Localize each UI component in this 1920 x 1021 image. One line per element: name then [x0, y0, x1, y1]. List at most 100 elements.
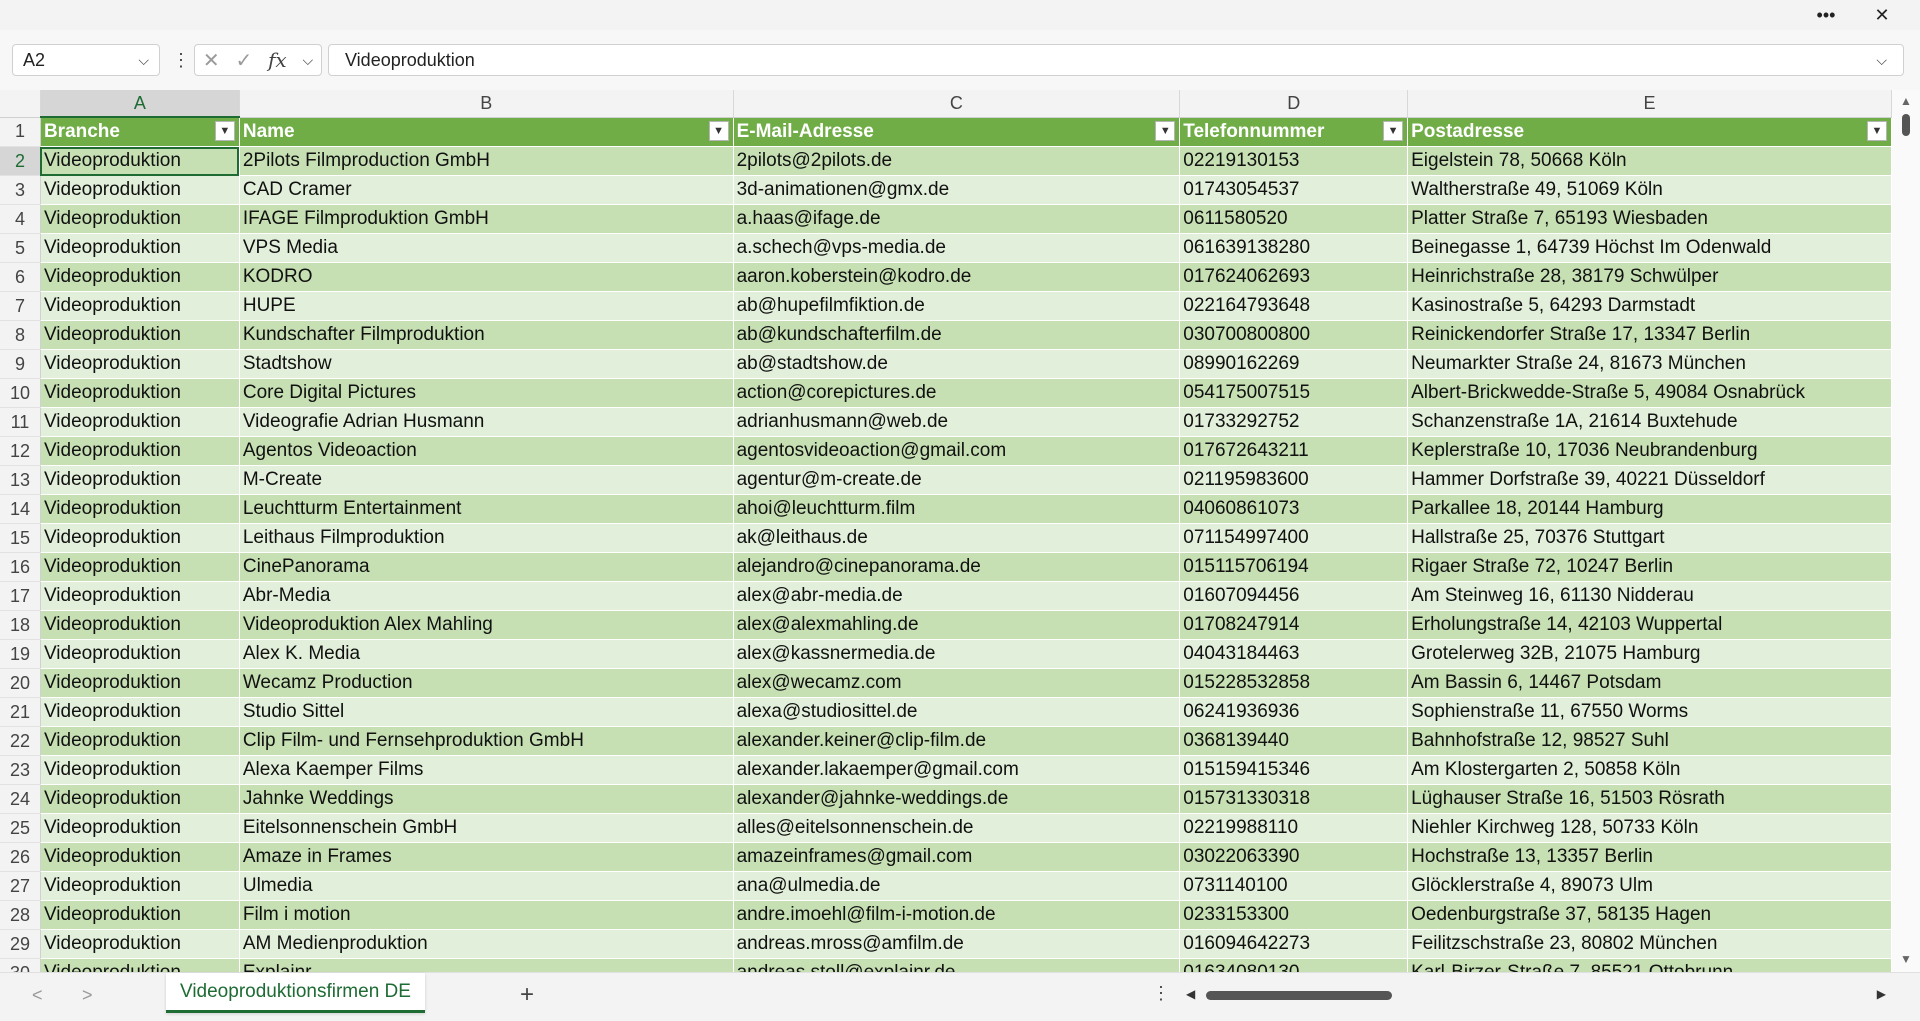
- cell-name[interactable]: Agentos Videoaction: [239, 436, 734, 466]
- cell-branche[interactable]: Videoproduktion: [40, 291, 240, 321]
- cell-address[interactable]: Schanzenstraße 1A, 21614 Buxtehude: [1407, 407, 1892, 437]
- column-header-a[interactable]: A: [40, 90, 240, 118]
- cell-name[interactable]: KODRO: [239, 262, 734, 292]
- cancel-icon[interactable]: ✕: [203, 48, 220, 73]
- header-cell-email[interactable]: E-Mail-Adresse ▼: [733, 117, 1181, 147]
- cell-address[interactable]: Karl-Birzer-Straße 7, 85521 Ottobrunn: [1407, 958, 1892, 972]
- cell-email[interactable]: ab@stadtshow.de: [733, 349, 1181, 379]
- cell-address[interactable]: Am Steinweg 16, 61130 Nidderau: [1407, 581, 1892, 611]
- row-header[interactable]: 24: [0, 784, 41, 814]
- cell-name[interactable]: Core Digital Pictures: [239, 378, 734, 408]
- cell-branche[interactable]: Videoproduktion: [40, 233, 240, 263]
- row-header[interactable]: 2: [0, 146, 41, 176]
- cell-branche[interactable]: Videoproduktion: [40, 726, 240, 756]
- cell-branche[interactable]: Videoproduktion: [40, 900, 240, 930]
- column-header-d[interactable]: D: [1179, 90, 1409, 118]
- cell-phone[interactable]: 01743054537: [1179, 175, 1409, 205]
- cell-email[interactable]: ahoi@leuchtturm.film: [733, 494, 1181, 524]
- cell-phone[interactable]: 017672643211: [1179, 436, 1409, 466]
- cell-email[interactable]: alles@eitelsonnenschein.de: [733, 813, 1181, 843]
- row-header[interactable]: 16: [0, 552, 41, 582]
- cell-name[interactable]: CinePanorama: [239, 552, 734, 582]
- cell-branche[interactable]: Videoproduktion: [40, 175, 240, 205]
- cell-address[interactable]: Albert-Brickwedde-Straße 5, 49084 Osnabr…: [1407, 378, 1892, 408]
- cell-phone[interactable]: 0233153300: [1179, 900, 1409, 930]
- filter-dropdown-icon[interactable]: ▼: [708, 120, 729, 141]
- check-icon[interactable]: ✓: [235, 48, 252, 73]
- cell-phone[interactable]: 08990162269: [1179, 349, 1409, 379]
- cell-branche[interactable]: Videoproduktion: [40, 697, 240, 727]
- cell-address[interactable]: Rigaer Straße 72, 10247 Berlin: [1407, 552, 1892, 582]
- cell-phone[interactable]: 054175007515: [1179, 378, 1409, 408]
- filter-dropdown-icon[interactable]: ▼: [1383, 120, 1404, 141]
- cell-address[interactable]: Reinickendorfer Straße 17, 13347 Berlin: [1407, 320, 1892, 350]
- row-header[interactable]: 25: [0, 813, 41, 843]
- cell-phone[interactable]: 017624062693: [1179, 262, 1409, 292]
- row-header[interactable]: 26: [0, 842, 41, 872]
- cell-phone[interactable]: 0731140100: [1179, 871, 1409, 901]
- cell-branche[interactable]: Videoproduktion: [40, 552, 240, 582]
- row-header[interactable]: 14: [0, 494, 41, 524]
- row-header[interactable]: 28: [0, 900, 41, 930]
- scroll-left-icon[interactable]: ◀: [1186, 987, 1195, 1001]
- close-icon[interactable]: ✕: [1862, 3, 1902, 27]
- chevron-down-icon[interactable]: ⌵: [302, 52, 313, 69]
- cell-branche[interactable]: Videoproduktion: [40, 465, 240, 495]
- cell-name[interactable]: CAD Cramer: [239, 175, 734, 205]
- row-header[interactable]: 22: [0, 726, 41, 756]
- horizontal-scrollbar[interactable]: ◀ ▶: [1186, 987, 1886, 1003]
- cell-email[interactable]: andreas.stoll@explainr.de: [733, 958, 1181, 972]
- row-header[interactable]: 7: [0, 291, 41, 321]
- cell-email[interactable]: aaron.koberstein@kodro.de: [733, 262, 1181, 292]
- row-header[interactable]: 6: [0, 262, 41, 292]
- cell-email[interactable]: alex@wecamz.com: [733, 668, 1181, 698]
- cell-address[interactable]: Waltherstraße 49, 51069 Köln: [1407, 175, 1892, 205]
- cell-phone[interactable]: 01733292752: [1179, 407, 1409, 437]
- cell-phone[interactable]: 030700800800: [1179, 320, 1409, 350]
- cell-email[interactable]: alexander.lakaemper@gmail.com: [733, 755, 1181, 785]
- cell-branche[interactable]: Videoproduktion: [40, 349, 240, 379]
- row-header[interactable]: 12: [0, 436, 41, 466]
- row-header[interactable]: 23: [0, 755, 41, 785]
- cell-branche[interactable]: Videoproduktion: [40, 668, 240, 698]
- cell-branche[interactable]: Videoproduktion: [40, 755, 240, 785]
- cell-branche[interactable]: Videoproduktion: [40, 523, 240, 553]
- cell-email[interactable]: action@corepictures.de: [733, 378, 1181, 408]
- cell-address[interactable]: Bahnhofstraße 12, 98527 Suhl: [1407, 726, 1892, 756]
- cell-email[interactable]: andreas.mross@amfilm.de: [733, 929, 1181, 959]
- cell-email[interactable]: 2pilots@2pilots.de: [733, 146, 1181, 176]
- row-header[interactable]: 8: [0, 320, 41, 350]
- select-all-corner[interactable]: [0, 90, 41, 118]
- cell-name[interactable]: Explainr: [239, 958, 734, 972]
- cell-address[interactable]: Eigelstein 78, 50668 Köln: [1407, 146, 1892, 176]
- cell-email[interactable]: ana@ulmedia.de: [733, 871, 1181, 901]
- cell-email[interactable]: agentosvideoaction@gmail.com: [733, 436, 1181, 466]
- cell-name[interactable]: Leithaus Filmproduktion: [239, 523, 734, 553]
- cell-name[interactable]: Videografie Adrian Husmann: [239, 407, 734, 437]
- cell-branche[interactable]: Videoproduktion: [40, 958, 240, 972]
- cell-email[interactable]: alexander.keiner@clip-film.de: [733, 726, 1181, 756]
- cell-phone[interactable]: 015115706194: [1179, 552, 1409, 582]
- cell-phone[interactable]: 02219988110: [1179, 813, 1409, 843]
- cell-phone[interactable]: 0368139440: [1179, 726, 1409, 756]
- cell-address[interactable]: Heinrichstraße 28, 38179 Schwülper: [1407, 262, 1892, 292]
- expand-chevron-icon[interactable]: ⌵: [1876, 52, 1887, 69]
- cell-email[interactable]: alejandro@cinepanorama.de: [733, 552, 1181, 582]
- cell-email[interactable]: alex@alexmahling.de: [733, 610, 1181, 640]
- cell-name[interactable]: Studio Sittel: [239, 697, 734, 727]
- cell-branche[interactable]: Videoproduktion: [40, 378, 240, 408]
- cell-email[interactable]: alex@abr-media.de: [733, 581, 1181, 611]
- add-sheet-button[interactable]: +: [520, 981, 534, 1009]
- header-cell-address[interactable]: Postadresse ▼: [1407, 117, 1892, 147]
- cell-address[interactable]: Hammer Dorfstraße 39, 40221 Düsseldorf: [1407, 465, 1892, 495]
- row-header[interactable]: 20: [0, 668, 41, 698]
- cell-phone[interactable]: 01634080130: [1179, 958, 1409, 972]
- next-sheet-icon[interactable]: >: [82, 985, 93, 1006]
- cell-email[interactable]: andre.imoehl@film-i-motion.de: [733, 900, 1181, 930]
- cell-branche[interactable]: Videoproduktion: [40, 784, 240, 814]
- prev-sheet-icon[interactable]: <: [32, 985, 43, 1006]
- row-header[interactable]: 27: [0, 871, 41, 901]
- row-header[interactable]: 3: [0, 175, 41, 205]
- cell-address[interactable]: Beinegasse 1, 64739 Höchst Im Odenwald: [1407, 233, 1892, 263]
- column-header-b[interactable]: B: [239, 90, 734, 118]
